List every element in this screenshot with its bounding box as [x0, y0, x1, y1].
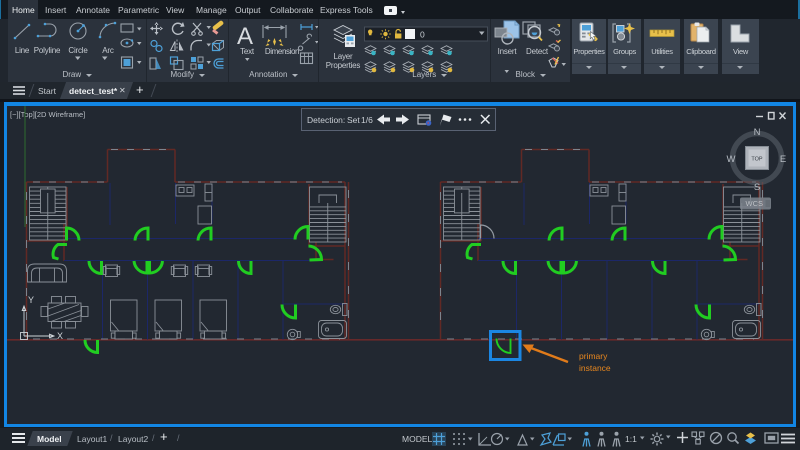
svg-text:WCS: WCS: [746, 199, 764, 208]
svg-text:E: E: [780, 154, 786, 165]
svg-text:instance: instance: [579, 363, 611, 373]
svg-text:S: S: [754, 182, 760, 193]
svg-text:primary: primary: [579, 351, 608, 361]
svg-text:TOP: TOP: [751, 157, 763, 163]
svg-text:W: W: [727, 154, 736, 165]
svg-text:N: N: [754, 127, 761, 138]
svg-text:Y: Y: [28, 295, 34, 305]
svg-text:X: X: [57, 331, 63, 341]
